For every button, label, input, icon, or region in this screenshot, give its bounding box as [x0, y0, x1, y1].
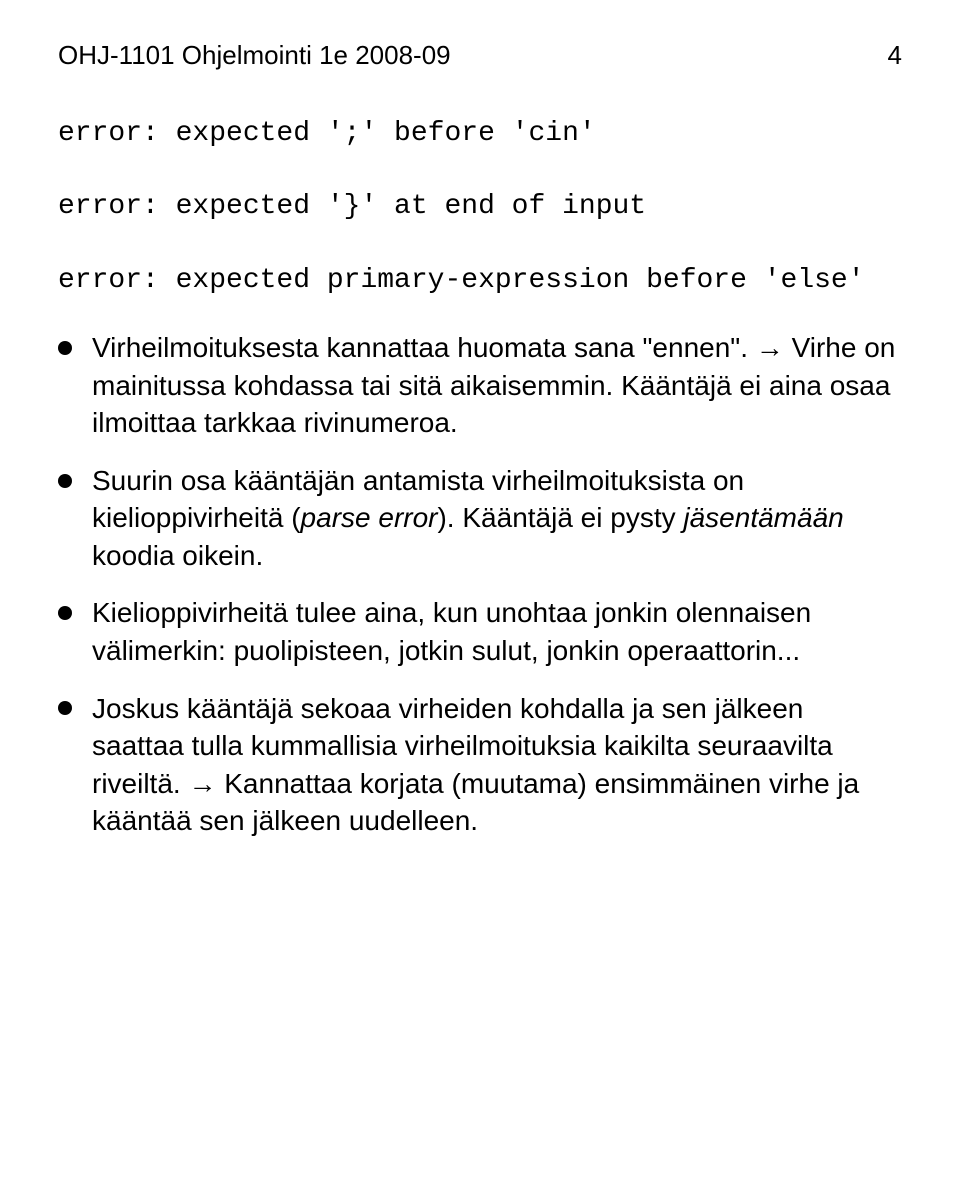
error-line-3: error: expected primary-expression befor… — [58, 262, 902, 300]
course-title: OHJ-1101 Ohjelmointi 1e 2008-09 — [58, 38, 451, 73]
text: koodia oikein. — [92, 540, 263, 571]
bullet-item-3: Kielioppivirheitä tulee aina, kun unohta… — [58, 594, 902, 669]
bullet-item-4: Joskus kääntäjä sekoaa virheiden kohdall… — [58, 690, 902, 840]
document-page: OHJ-1101 Ohjelmointi 1e 2008-09 4 error:… — [0, 0, 960, 1204]
text: Kielioppivirheitä tulee aina, kun unohta… — [92, 597, 811, 666]
italic-text: jäsentämään — [683, 502, 843, 533]
text: ). Kääntäjä ei pysty — [437, 502, 683, 533]
italic-text: parse error — [301, 502, 438, 533]
error-line-2: error: expected '}' at end of input — [58, 188, 902, 226]
page-number: 4 — [888, 38, 902, 73]
error-line-1: error: expected ';' before 'cin' — [58, 115, 902, 153]
arrow-icon: → — [756, 332, 784, 363]
bullet-item-1: Virheilmoituksesta kannattaa huomata san… — [58, 329, 902, 442]
bullet-list: Virheilmoituksesta kannattaa huomata san… — [58, 329, 902, 839]
bullet-item-2: Suurin osa kääntäjän antamista virheilmo… — [58, 462, 902, 575]
arrow-icon: → — [188, 768, 216, 799]
text: Virheilmoituksesta kannattaa huomata san… — [92, 332, 756, 363]
page-header: OHJ-1101 Ohjelmointi 1e 2008-09 4 — [58, 38, 902, 73]
